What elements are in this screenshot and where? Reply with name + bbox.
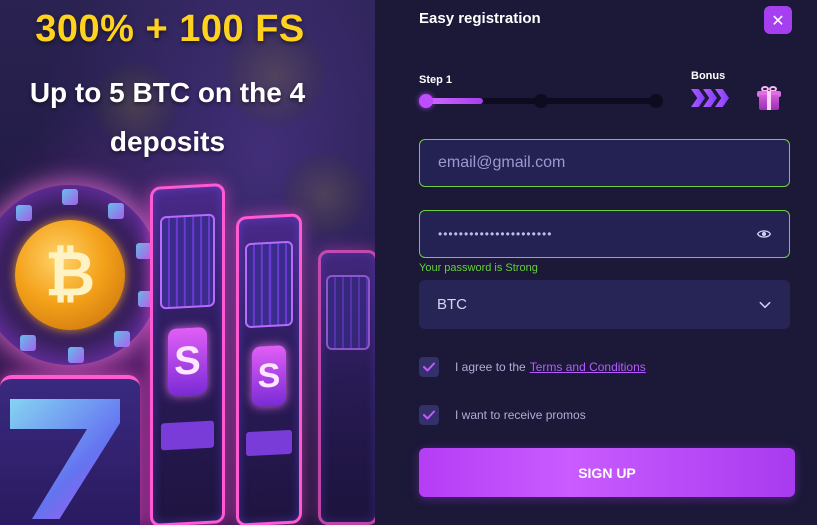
wheel-tile <box>62 189 78 205</box>
currency-value: BTC <box>437 296 467 313</box>
sign-up-button[interactable]: SIGN UP <box>419 448 795 497</box>
chevron-down-icon <box>759 301 771 308</box>
slot-panel <box>246 429 292 457</box>
step-dot <box>534 94 548 108</box>
wheel-tile <box>20 335 36 351</box>
terms-text: I agree to the <box>455 360 526 374</box>
progress-fill <box>425 98 483 104</box>
step-label: Step 1 <box>419 74 453 86</box>
slot-logo: S <box>168 327 207 397</box>
password-strength-hint: Your password is Strong <box>419 262 538 274</box>
step-progress-bar <box>419 94 663 108</box>
wheel-tile <box>16 205 32 221</box>
checkmark-icon <box>423 410 435 420</box>
eye-icon[interactable] <box>757 227 771 241</box>
terms-link[interactable]: Terms and Conditions <box>530 360 646 374</box>
wheel-tile <box>68 347 84 363</box>
close-button[interactable]: ✕ <box>764 6 792 34</box>
seven-slot-base <box>0 375 140 525</box>
promo-subline: Up to 5 BTC on the 4 deposits <box>29 77 306 157</box>
slot-machine: S <box>236 213 302 525</box>
terms-row: I agree to the Terms and Conditions <box>419 357 646 377</box>
terms-checkbox[interactable] <box>419 357 439 377</box>
fortune-wheel: ₿ <box>0 185 160 365</box>
form-title: Easy registration <box>419 10 541 27</box>
slot-machine: S <box>150 183 225 525</box>
email-field[interactable] <box>419 139 790 187</box>
step-dot <box>649 94 663 108</box>
email-input[interactable] <box>438 154 771 172</box>
slot-logo: S <box>252 344 286 408</box>
bitcoin-coin-icon: ₿ <box>15 220 125 330</box>
slot-screen <box>326 274 370 350</box>
promos-checkbox[interactable] <box>419 405 439 425</box>
promos-text: I want to receive promos <box>455 408 586 422</box>
chevrons-right-icon <box>691 89 729 107</box>
password-input[interactable] <box>438 227 757 241</box>
registration-panel: Easy registration ✕ Step 1 Bonus Your pa… <box>375 0 817 525</box>
slot-machine <box>318 250 375 525</box>
promo-headline: 300% + 100 FS <box>35 8 305 50</box>
wheel-tile <box>114 331 130 347</box>
wheel-tile <box>108 203 124 219</box>
gift-icon <box>757 86 781 110</box>
promo-banner: 300% + 100 FS Up to 5 BTC on the 4 depos… <box>0 0 375 525</box>
slot-screen <box>245 241 293 329</box>
checkmark-icon <box>423 362 435 372</box>
slot-panel <box>161 420 214 450</box>
close-icon: ✕ <box>771 10 785 30</box>
currency-select[interactable]: BTC <box>419 280 790 329</box>
password-field[interactable] <box>419 210 790 258</box>
promos-row: I want to receive promos <box>419 405 586 425</box>
lucky-seven-icon <box>10 399 120 519</box>
step-dot <box>419 94 433 108</box>
bonus-label: Bonus <box>691 70 726 82</box>
slot-screen <box>159 213 216 310</box>
